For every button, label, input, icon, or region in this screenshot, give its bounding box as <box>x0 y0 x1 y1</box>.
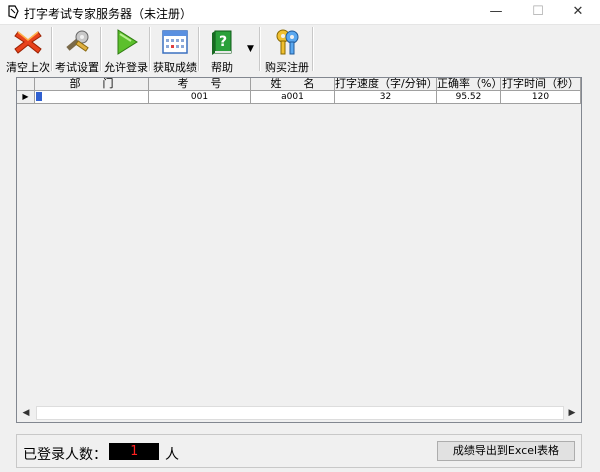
get-scores-label: 获取成绩 <box>153 61 197 74</box>
keys-icon <box>276 29 299 55</box>
cell-department[interactable] <box>35 91 149 104</box>
scroll-left-icon[interactable]: ◀ <box>18 405 34 421</box>
allow-login-label: 允许登录 <box>104 61 148 74</box>
header-typing-speed[interactable]: 打字速度（字/分钟） <box>335 78 437 91</box>
header-department[interactable]: 部 门 <box>35 78 149 91</box>
help-label: 帮助 <box>211 61 233 74</box>
login-count-display: 1 <box>109 443 159 460</box>
cell-typing-speed[interactable]: 32 <box>335 91 437 104</box>
clear-last-button[interactable]: 清空上次 <box>4 25 52 75</box>
cell-accuracy[interactable]: 95.52 <box>437 91 501 104</box>
export-excel-button[interactable]: 成绩导出到Excel表格 <box>437 441 575 461</box>
header-typing-time[interactable]: 打字时间（秒） <box>501 78 581 91</box>
toolbar-separator <box>312 27 314 71</box>
status-panel: 已登录人数： 1 人 成绩导出到Excel表格 <box>16 434 582 468</box>
cell-typing-time[interactable]: 120 <box>501 91 581 104</box>
help-button[interactable]: ? 帮助 <box>200 25 244 75</box>
header-name[interactable]: 姓 名 <box>251 78 335 91</box>
title-bar: 打字考试专家服务器（未注册） — ☐ ✕ <box>0 0 600 25</box>
text-cursor <box>36 92 42 101</box>
results-grid[interactable]: 部 门 考 号 姓 名 打字速度（字/分钟） 正确率（%） 打字时间（秒） ▶ … <box>16 77 582 423</box>
clear-last-label: 清空上次 <box>6 61 50 74</box>
scroll-thumb[interactable] <box>36 406 564 420</box>
purchase-register-button[interactable]: 购买注册 <box>261 25 313 75</box>
window-title: 打字考试专家服务器（未注册） <box>24 7 193 21</box>
red-x-icon <box>14 31 42 54</box>
exam-settings-button[interactable]: 考试设置 <box>53 25 101 75</box>
exam-settings-label: 考试设置 <box>55 61 99 74</box>
app-hand-icon <box>8 5 19 19</box>
svg-text:?: ? <box>219 34 227 50</box>
help-book-icon: ? <box>212 30 232 55</box>
row-indicator-header <box>17 78 35 91</box>
purchase-register-label: 购买注册 <box>265 61 309 74</box>
cell-exam-number[interactable]: 001 <box>149 91 251 104</box>
row-indicator-icon: ▶ <box>17 91 35 104</box>
header-accuracy[interactable]: 正确率（%） <box>437 78 501 91</box>
help-dropdown-button[interactable]: ▼ <box>244 25 260 75</box>
chevron-down-icon: ▼ <box>247 44 254 54</box>
maximize-button[interactable]: ☐ <box>516 0 560 24</box>
minimize-button[interactable]: — <box>474 0 518 24</box>
cell-name[interactable]: a001 <box>251 91 335 104</box>
login-count-unit: 人 <box>165 447 179 463</box>
tools-icon <box>66 30 89 52</box>
calendar-icon <box>162 30 188 54</box>
close-button[interactable]: ✕ <box>556 0 600 24</box>
play-icon <box>117 29 138 55</box>
allow-login-button[interactable]: 允许登录 <box>102 25 150 75</box>
header-exam-number[interactable]: 考 号 <box>149 78 251 91</box>
scroll-right-icon[interactable]: ▶ <box>564 405 580 421</box>
get-scores-button[interactable]: 获取成绩 <box>151 25 199 75</box>
horizontal-scrollbar[interactable]: ◀ ▶ <box>18 405 580 421</box>
login-count-label: 已登录人数： <box>23 447 107 463</box>
